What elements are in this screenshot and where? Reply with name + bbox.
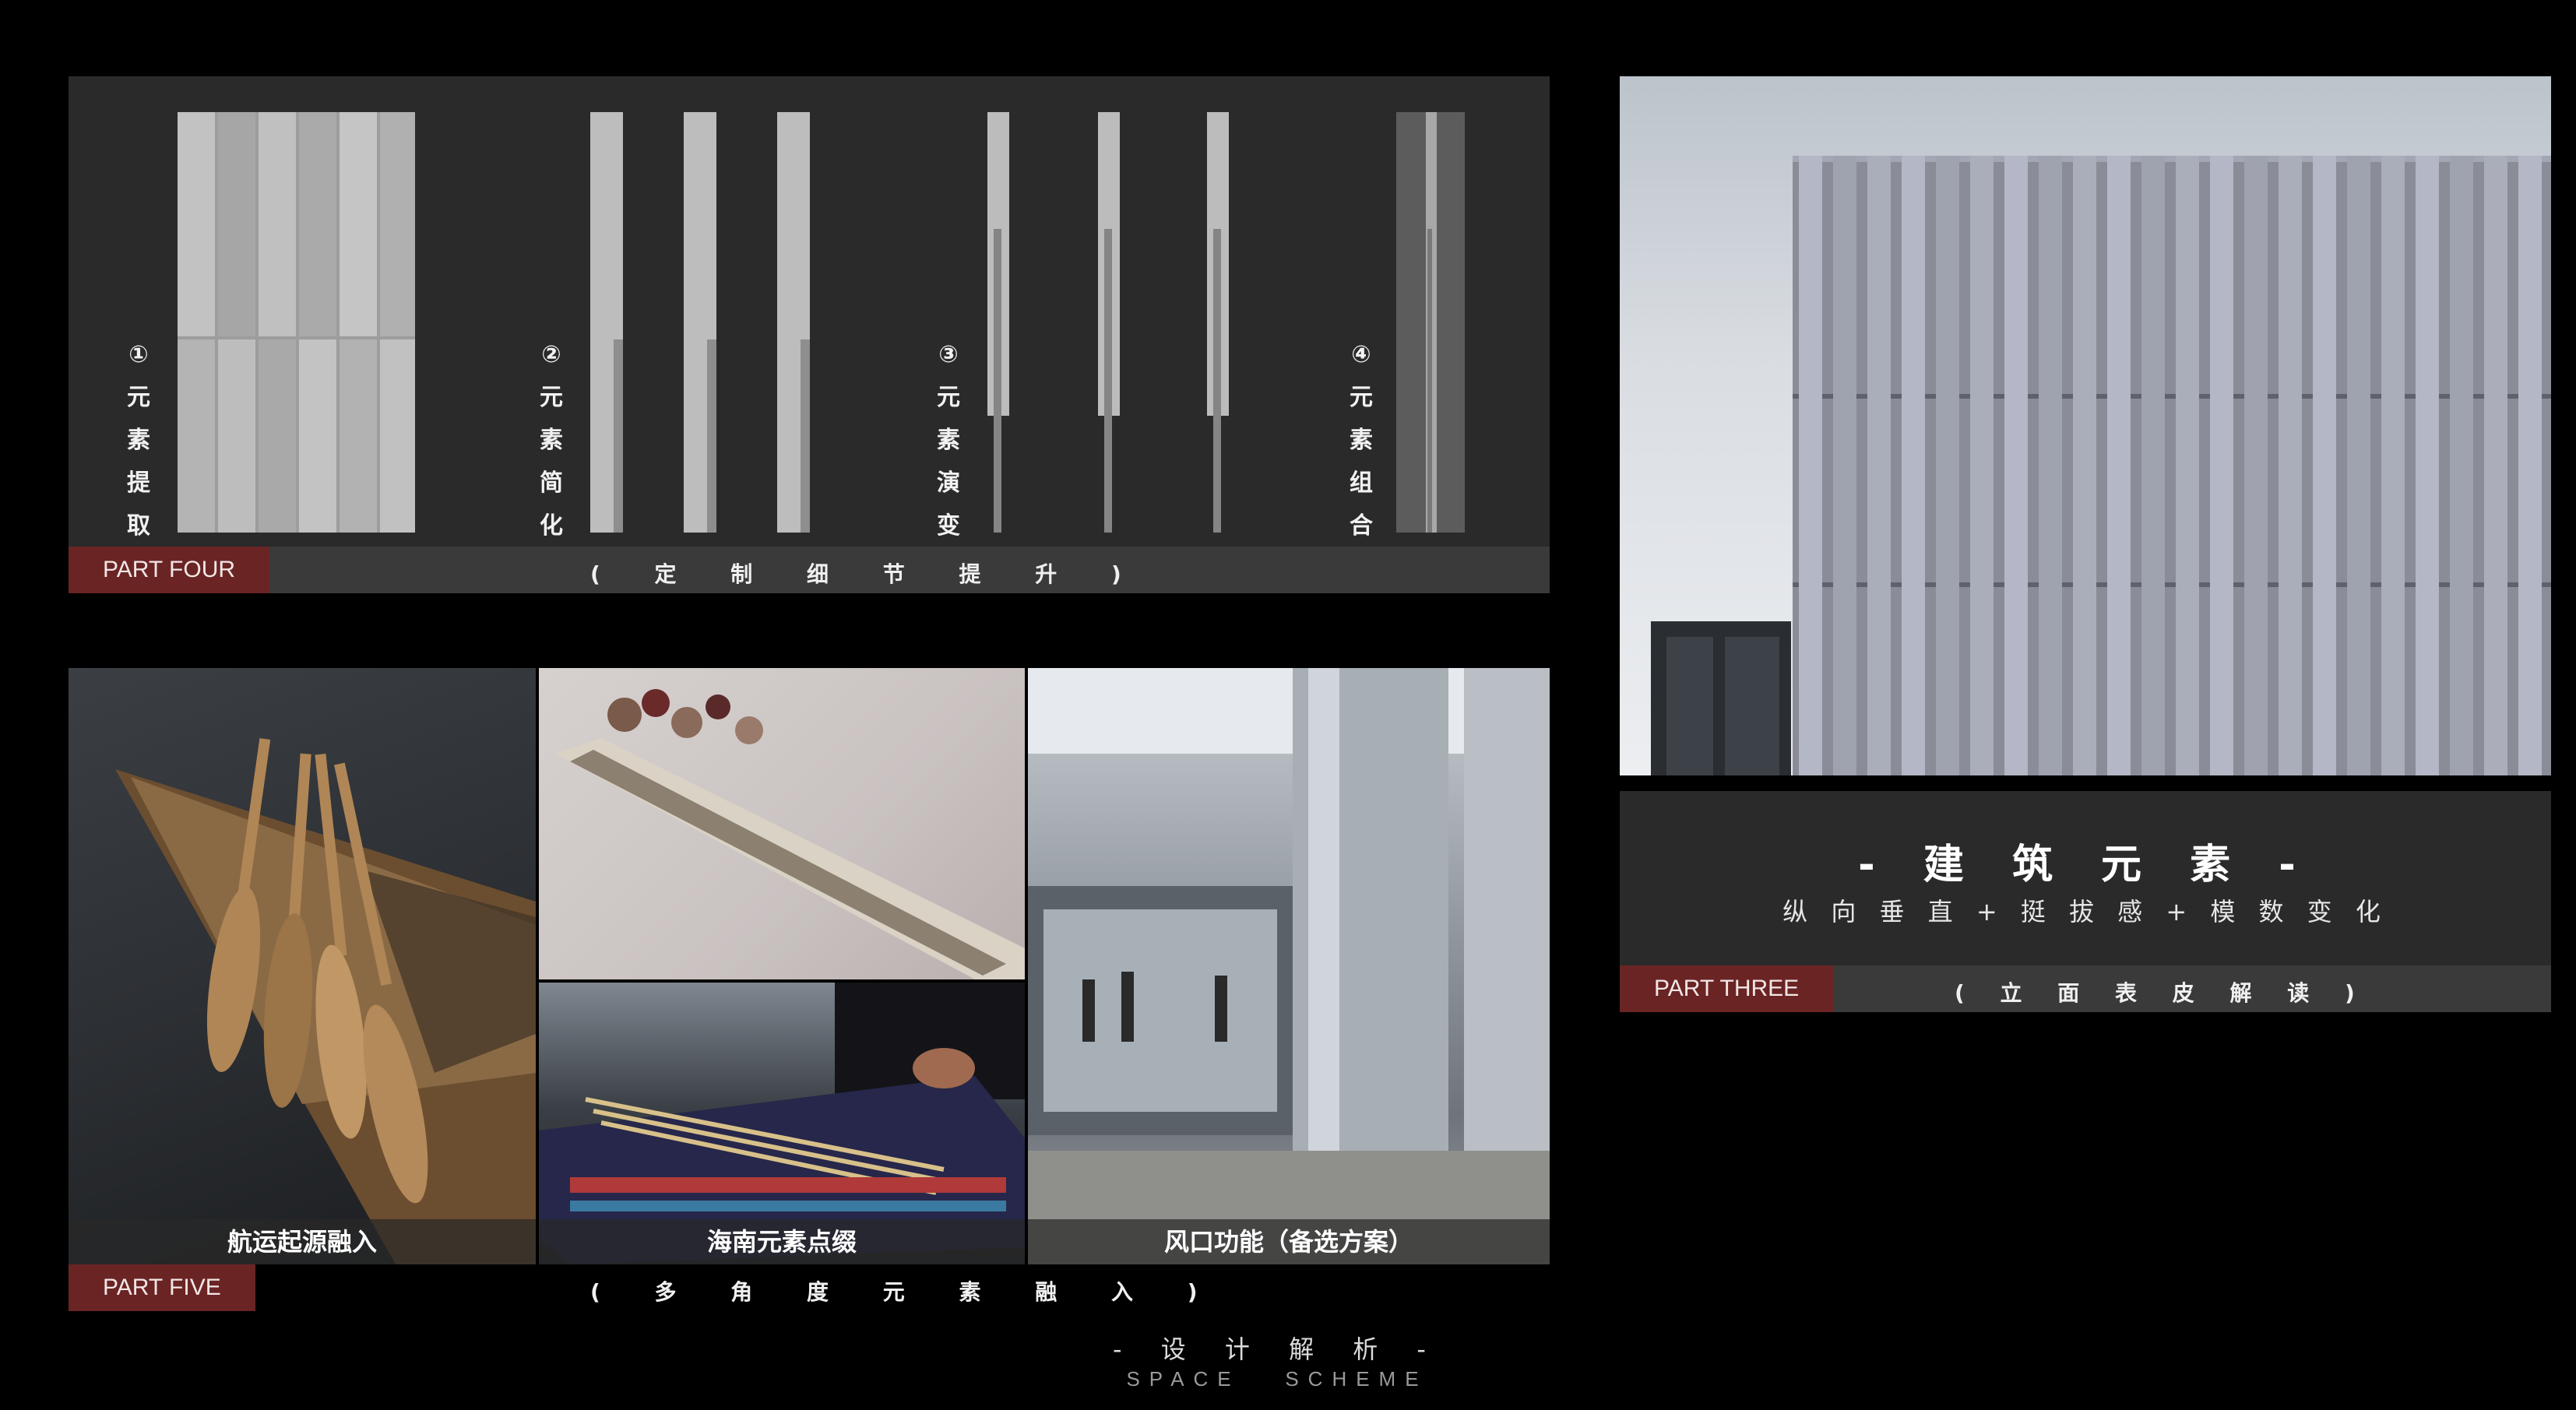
facade-fin [1833, 156, 1856, 775]
facade-fin [2313, 156, 2336, 775]
facade-fin [2176, 156, 2199, 775]
photo-hainan-weaving: 海南元素点缀 [539, 983, 1025, 1264]
step-1-element-graphic [178, 112, 415, 533]
step-2-element-graphic [590, 112, 902, 533]
building-facade-render [1620, 76, 2551, 775]
facade-fin [2416, 156, 2439, 775]
lobby-illustration [1028, 668, 1550, 1264]
footer-title: - 设 计 解 析 - [1113, 1334, 1441, 1364]
facade-fin [2518, 156, 2542, 775]
part-five-tag: PART FIVE [69, 1264, 255, 1311]
facade-fin [2073, 156, 2096, 775]
facade-fin [1799, 156, 1822, 775]
element-evolution-panel: ① 元 素 提 取 ② 元 素 简 化 ③ 元 素 演 变 ④ 元 素 组 合 … [69, 76, 1550, 593]
facade-fin [2347, 156, 2370, 775]
part-four-caption: ( 定 制 细 节 提 升 ) [590, 561, 1145, 587]
facade-fin [1936, 156, 1959, 775]
footer-subtitle: SPACE SCHEME [1126, 1367, 1428, 1391]
part-three-caption: ( 立 面 表 皮 解 读 ) [1955, 980, 2369, 1006]
part-five-caption: ( 多 角 度 元 素 融 入 ) [590, 1279, 1221, 1305]
facade-fin [1902, 156, 1925, 775]
part-three-tag: PART THREE [1620, 965, 1834, 1012]
architecture-title: - 建 筑 元 素 - [1858, 842, 2313, 888]
facade-illustration [1651, 156, 2551, 775]
facade-fin [2039, 156, 2062, 775]
architecture-element-panel: - 建 筑 元 素 - 纵 向 垂 直 + 挺 拔 感 + 模 数 变 化 PA… [1620, 791, 2551, 1012]
step-4-element-graphic [1396, 112, 1465, 533]
facade-fin [2210, 156, 2233, 775]
facade-fin [2450, 156, 2473, 775]
photo-caption-shipping: 航运起源融入 [69, 1219, 536, 1264]
photo-caption-vent: 风口功能（备选方案） [1028, 1219, 1550, 1264]
facade-fin [2004, 156, 2028, 775]
facade-fin [2279, 156, 2302, 775]
facade-fin [2484, 156, 2507, 775]
photo-caption-hainan: 海南元素点缀 [539, 1219, 1025, 1264]
architecture-subtitle: 纵 向 垂 直 + 挺 拔 感 + 模 数 变 化 [1782, 897, 2388, 927]
step-3-label: ③ 元 素 演 变 [937, 341, 960, 540]
canoe-illustration [115, 738, 536, 1264]
ornament-illustration [554, 689, 1025, 979]
step-3-element-graphic [987, 112, 1237, 533]
part-four-tag: PART FOUR [69, 547, 270, 593]
step-2-label: ② 元 素 简 化 [540, 341, 563, 540]
photo-hainan-ornament [539, 668, 1025, 979]
facade-fin [2381, 156, 2405, 775]
facade-fin [2141, 156, 2165, 775]
facade-fin [1970, 156, 1994, 775]
facade-fin [2244, 156, 2268, 775]
step-1-label: ① 元 素 提 取 [127, 341, 150, 540]
photo-canoe-paddles: 航运起源融入 [69, 668, 536, 1264]
facade-fin [1867, 156, 1891, 775]
step-4-label: ④ 元 素 组 合 [1350, 341, 1373, 540]
facade-fin [2107, 156, 2131, 775]
photo-lobby-columns: 风口功能（备选方案） [1028, 668, 1550, 1264]
